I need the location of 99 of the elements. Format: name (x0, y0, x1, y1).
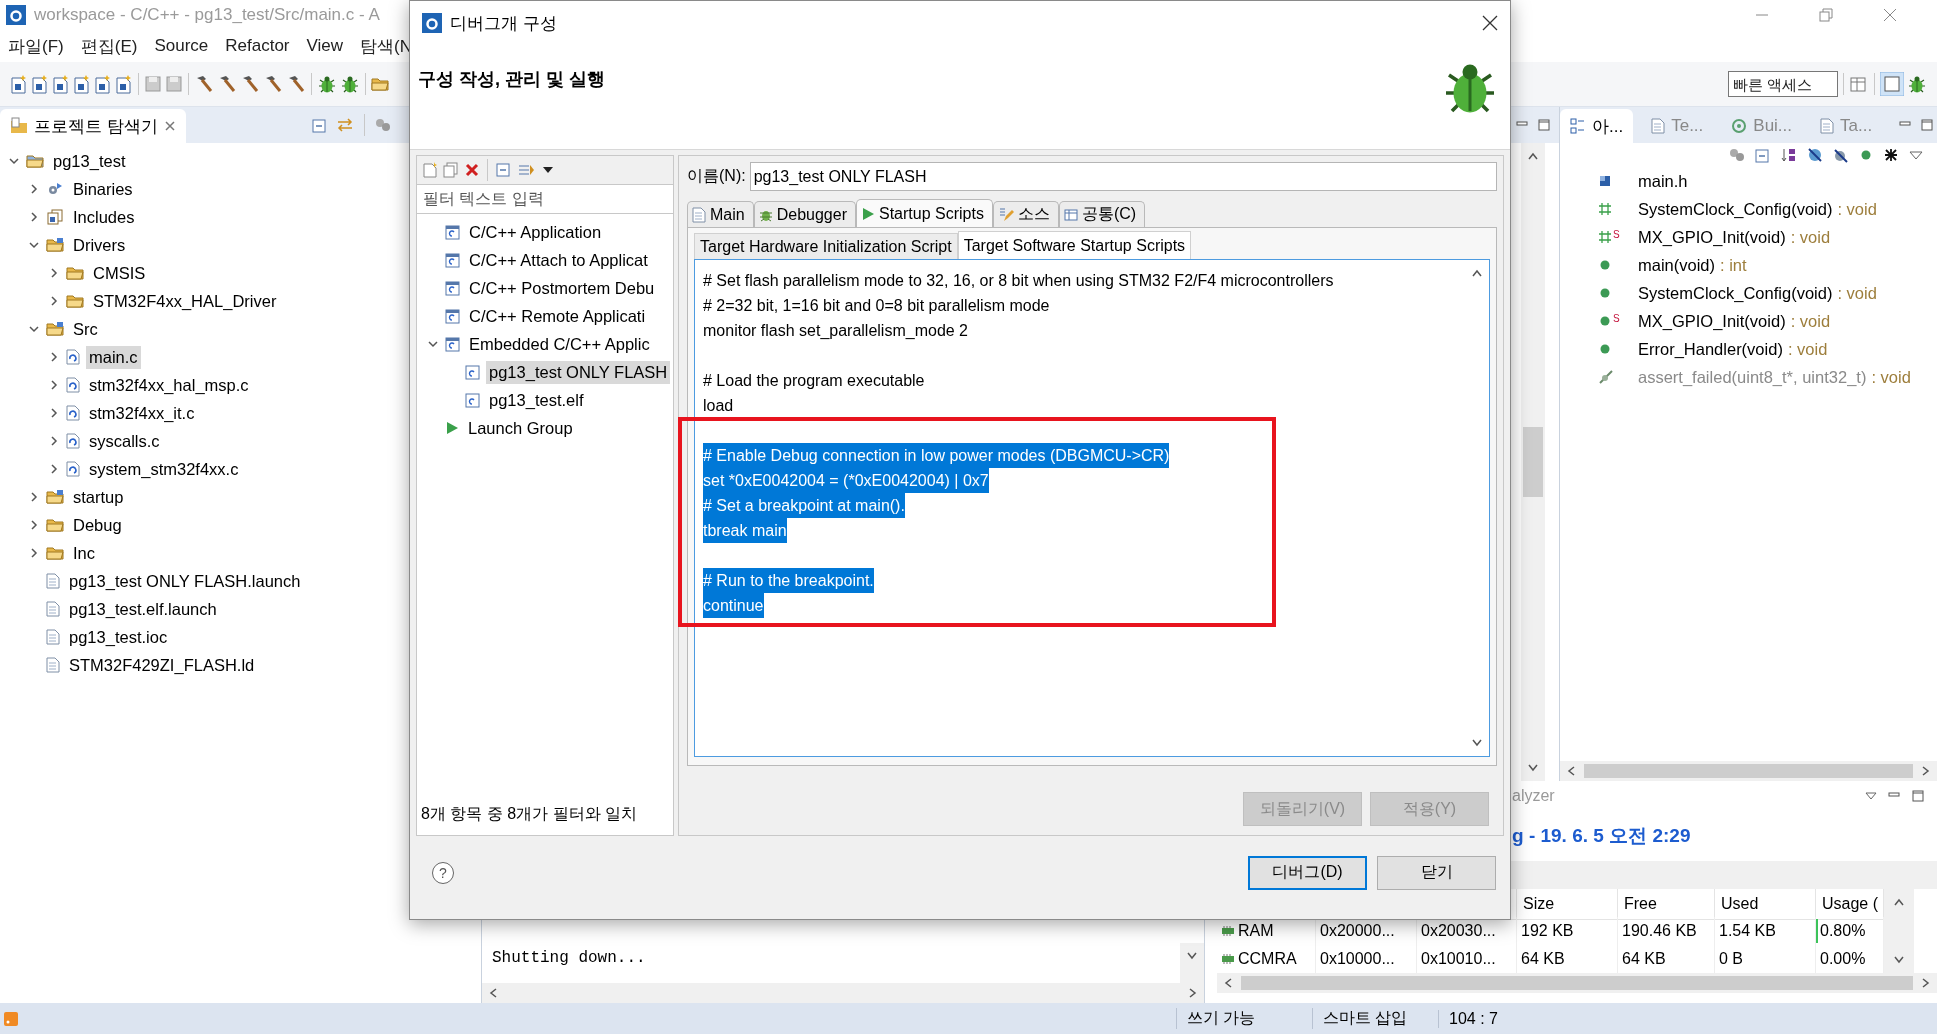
console-output: Shutting down... (491, 948, 647, 969)
script-line: load (703, 396, 734, 416)
tree-item[interactable]: Launch Group (465, 416, 576, 440)
tree-item[interactable]: startup (70, 485, 127, 509)
table-cell: RAM (1238, 922, 1274, 940)
tree-item[interactable]: STM32F429ZI_FLASH.ld (66, 653, 258, 677)
table-cell: 192 KB (1521, 922, 1574, 940)
table-cell: 0.00% (1820, 950, 1866, 968)
return-type: : void (1790, 311, 1831, 331)
table-cell: 0x10000... (1320, 950, 1395, 968)
table-cell: CCMRA (1238, 950, 1297, 968)
view-tab[interactable]: 아... (1560, 109, 1634, 143)
tab[interactable]: Target Software Startup Scripts (957, 231, 1192, 259)
dialog-button[interactable]: 닫기 (1377, 855, 1496, 890)
tree-item[interactable]: C/C++ Attach to Applicat (466, 248, 651, 272)
window-title: workspace - C/C++ - pg13_test/Src/main.c - A (34, 5, 380, 25)
tree-item[interactable]: Src (70, 317, 101, 341)
tree-item[interactable]: pg13_test.elf.launch (66, 597, 220, 621)
tab[interactable]: 소스 (992, 201, 1059, 227)
tree-item[interactable]: main.c (86, 345, 141, 369)
tree-item[interactable]: syscalls.c (86, 429, 163, 453)
return-type: : void (1837, 283, 1877, 303)
tree-item[interactable]: CMSIS (90, 261, 149, 285)
outline-item[interactable]: main.h (1638, 171, 1688, 191)
static-label: S (1613, 230, 1620, 240)
status-item: 쓰기 가능 (1176, 1008, 1312, 1029)
tree-item[interactable]: Drivers (70, 233, 129, 257)
static-label: S (1613, 314, 1620, 324)
tab[interactable]: Main (687, 201, 754, 227)
table-cell: 190.46 KB (1622, 922, 1697, 940)
dialog-button[interactable]: 디버그(D) (1248, 855, 1367, 890)
table-cell: 0 B (1719, 950, 1743, 968)
script-line: # Set flash parallelism mode to 32, 16, or 8 bit when using STM32 F2/F4 microcontrollers (703, 271, 1334, 291)
table-cell: 0x20000... (1320, 922, 1395, 940)
tree-item[interactable]: Inc (70, 541, 98, 565)
menu-item[interactable]: 파일(F) (8, 34, 64, 58)
outline-item[interactable]: MX_GPIO_Init(void) (1638, 311, 1786, 331)
dialog-title: 디버그개 구성 (450, 12, 557, 35)
help-button[interactable]: ? (432, 861, 454, 884)
tab[interactable]: Startup Scripts (855, 199, 993, 227)
outline-item[interactable]: MX_GPIO_Init(void) (1638, 227, 1786, 247)
outline-item[interactable]: Error_Handler(void) (1638, 339, 1783, 359)
tree-item[interactable]: pg13_test.elf (486, 388, 587, 412)
menu-item[interactable]: Source (154, 36, 209, 56)
outline-item[interactable]: assert_failed(uint8_t*, uint32_t) (1638, 367, 1867, 387)
table-cell: 64 KB (1622, 950, 1666, 968)
quick-access-field[interactable]: 빠른 액세스 (1728, 71, 1838, 97)
column-header[interactable]: Free (1624, 895, 1657, 913)
column-header[interactable]: Used (1721, 895, 1759, 913)
tab[interactable]: 공통(C) (1058, 201, 1146, 227)
name-field[interactable]: pg13_test ONLY FLASH (749, 162, 1497, 191)
tree-item[interactable]: C/C++ Postmortem Debu (466, 276, 658, 300)
tab[interactable]: Target Hardware Initialization Script (694, 233, 958, 259)
script-line: # Load the program executable (703, 371, 925, 391)
tree-item[interactable]: pg13_test ONLY FLASH (486, 360, 671, 384)
outline-item[interactable]: SystemClock_Config(void) (1638, 283, 1833, 303)
analysis-heading: g - 19. 6. 5 오전 2:29 (1512, 824, 1691, 848)
return-type: : void (1787, 339, 1828, 359)
table-cell: 0.80% (1820, 922, 1866, 940)
tree-item[interactable]: pg13_test ONLY FLASH.launch (66, 569, 304, 593)
tree-item[interactable]: Includes (70, 205, 138, 229)
table-cell: 1.54 KB (1719, 922, 1776, 940)
tree-item[interactable]: STM32F4xx_HAL_Driver (90, 289, 280, 313)
tree-item[interactable]: system_stm32f4xx.c (86, 457, 242, 481)
tab-label: 프로젝트 탐색기 (34, 115, 158, 138)
filter-field[interactable]: 필터 텍스트 입력 (417, 184, 673, 214)
script-line: monitor flash set_parallelism_mode 2 (703, 321, 968, 341)
field-label: 이름(N): (687, 166, 746, 186)
status-item: 스마트 삽입 (1312, 1008, 1438, 1029)
table-cell: 64 KB (1521, 950, 1565, 968)
menu-item[interactable]: Refactor (225, 36, 290, 56)
tab[interactable]: Debugger (753, 201, 856, 227)
return-type: : void (1871, 367, 1911, 387)
tree-item[interactable]: C/C++ Remote Applicati (466, 304, 649, 328)
return-type: : void (1837, 199, 1877, 219)
filter-status: 8개 항목 중 8개가 필터와 일치 (420, 804, 639, 824)
status-item: 104 : 7 (1438, 1009, 1937, 1028)
column-header[interactable]: Size (1523, 895, 1555, 913)
menu-item[interactable]: View (306, 36, 344, 56)
outline-item[interactable]: main(void) (1638, 255, 1716, 275)
return-type: : int (1720, 255, 1747, 275)
tree-item[interactable]: C/C++ Application (466, 220, 605, 244)
return-type: : void (1790, 227, 1831, 247)
tree-item[interactable]: Binaries (70, 177, 136, 201)
tree-item[interactable]: Embedded C/C++ Applic (466, 332, 653, 356)
view-tab[interactable]: 프로젝트 탐색기 (0, 109, 186, 143)
table-cell: 0x20030... (1421, 922, 1496, 940)
tree-item[interactable]: stm32f4xx_it.c (86, 401, 198, 425)
outline-item[interactable]: SystemClock_Config(void) (1638, 199, 1833, 219)
menu-item[interactable]: 편집(E) (80, 34, 138, 58)
view-title: alyzer (1512, 787, 1555, 805)
tree-item[interactable]: pg13_test.ioc (66, 625, 171, 649)
tree-item[interactable]: pg13_test (50, 149, 129, 173)
column-header[interactable]: Usage ( (1822, 895, 1879, 913)
tree-item[interactable]: stm32f4xx_hal_msp.c (86, 373, 252, 397)
dialog-heading: 구성 작성, 관리 및 실행 (418, 68, 605, 91)
table-cell: 0x10010... (1421, 950, 1496, 968)
tree-item[interactable]: Debug (70, 513, 125, 537)
script-line: # 2=32 bit, 1=16 bit and 0=8 bit parallelism mode (703, 296, 1050, 316)
